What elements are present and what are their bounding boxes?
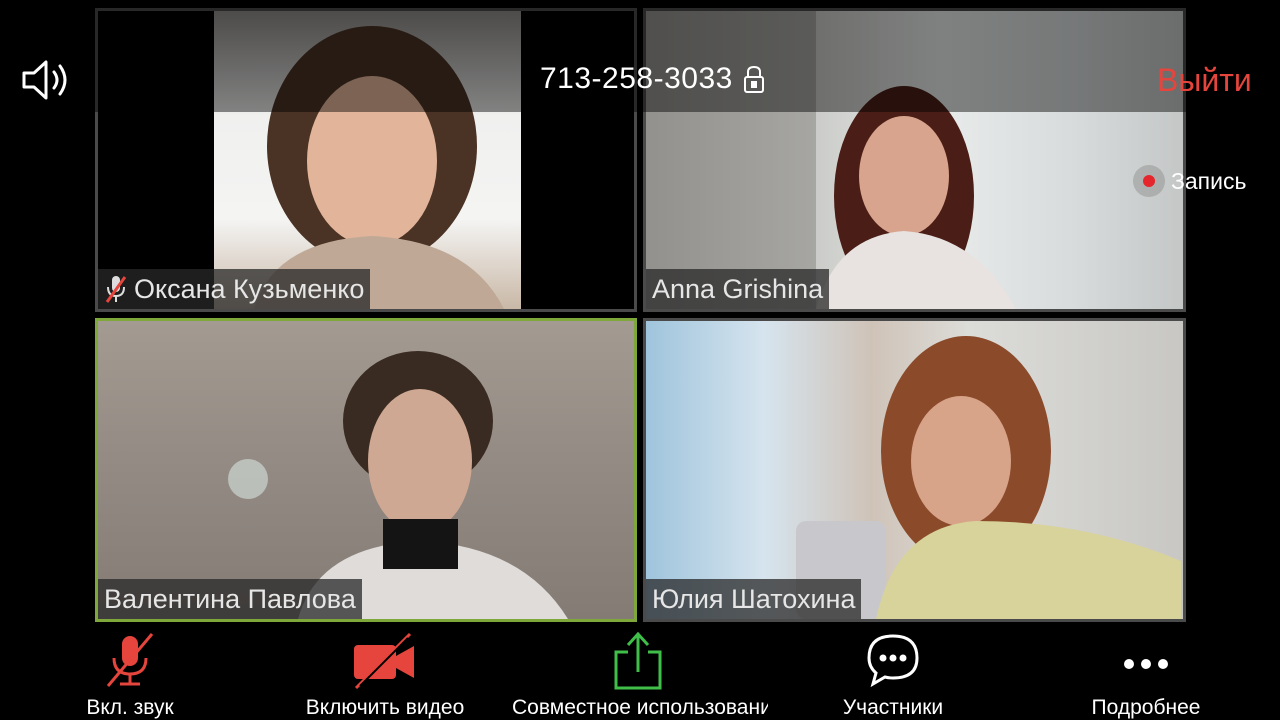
participant-name: Anna Grishina <box>652 273 824 304</box>
lock-icon <box>744 65 764 93</box>
mic-muted-icon <box>106 633 154 687</box>
more-button[interactable]: Подробнее <box>1080 626 1212 720</box>
video-off-icon <box>354 632 414 690</box>
participant-name: Валентина Павлова <box>104 583 356 614</box>
leave-meeting-button[interactable]: Выйти <box>1157 62 1252 99</box>
participant-name-tag: Юлия Шатохина <box>646 579 862 619</box>
meeting-top-bar: 713-258-3033 Выйти <box>0 0 1280 112</box>
meeting-id: 713-258-3033 <box>540 62 733 95</box>
participants-label: Участники <box>842 696 944 719</box>
meeting-toolbar: Вкл. звук Включить видео Совместное испо… <box>0 626 1280 720</box>
video-tile-3[interactable]: Валентина Павлова <box>95 318 637 622</box>
participant-name: Юлия Шатохина <box>652 583 856 614</box>
participant-name-tag: Anna Grishina <box>646 269 830 309</box>
recording-indicator: Запись <box>1133 165 1246 197</box>
share-screen-icon <box>614 631 662 690</box>
mic-muted-icon <box>105 276 127 303</box>
share-label: Совместное использование <box>512 696 768 719</box>
more-label: Подробнее <box>1091 696 1201 719</box>
chat-bubble-icon <box>867 634 919 688</box>
video-label: Включить видео <box>305 696 465 719</box>
speaker-icon[interactable] <box>18 56 74 104</box>
unmute-audio-button[interactable]: Вкл. звук <box>70 626 190 720</box>
participant-name-tag: Валентина Павлова <box>98 579 362 619</box>
participant-video-feed <box>646 321 1183 619</box>
share-screen-button[interactable]: Совместное использование <box>508 626 768 720</box>
recording-label: Запись <box>1171 167 1247 194</box>
participants-button[interactable]: Участники <box>828 626 958 720</box>
participant-video-feed <box>98 321 634 619</box>
more-dots-icon <box>1124 659 1168 669</box>
audio-label: Вкл. звук <box>86 696 174 719</box>
participant-name: Оксана Кузьменко <box>134 273 365 304</box>
start-video-button[interactable]: Включить видео <box>295 626 475 720</box>
record-dot-icon <box>1133 165 1165 197</box>
participant-name-tag: Оксана Кузьменко <box>98 269 371 309</box>
video-tile-4[interactable]: Юлия Шатохина <box>643 318 1186 622</box>
